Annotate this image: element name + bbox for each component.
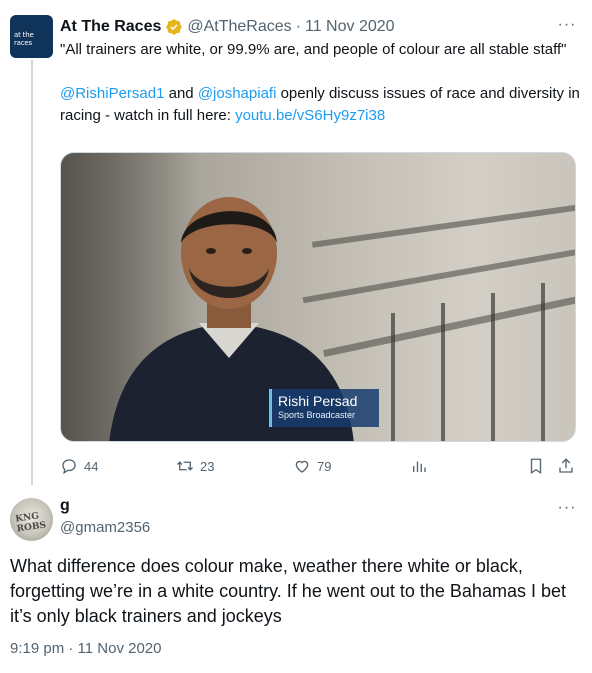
bookmark-button[interactable] xyxy=(527,455,545,477)
reply-author-handle[interactable]: @gmam2356 xyxy=(60,519,150,536)
background-post xyxy=(541,283,545,441)
tweet-body-paragraph: @RishiPersad1 and @joshapiafi openly dis… xyxy=(60,83,580,127)
mention-rishi[interactable]: @RishiPersad1 xyxy=(60,85,164,102)
background-post xyxy=(491,293,495,441)
video-media[interactable]: Rishi Persad Sports Broadcaster xyxy=(60,152,576,442)
background-rail xyxy=(323,296,575,357)
caption-name: Rishi Persad xyxy=(278,393,358,409)
parent-tweet[interactable]: at the races At The Races @AtTheRaces · … xyxy=(0,0,592,490)
tweet-text: "All trainers are white, or 99.9% are, a… xyxy=(60,39,580,127)
retweet-count: 23 xyxy=(200,458,215,474)
author-name[interactable]: At The Races xyxy=(60,18,161,36)
reply-button[interactable]: 44 xyxy=(60,455,98,477)
bookmark-icon xyxy=(530,458,542,475)
tweet-header: At The Races @AtTheRaces · 11 Nov 2020 xyxy=(60,16,395,38)
views-icon xyxy=(413,461,426,472)
background-post xyxy=(391,313,395,441)
reply-icon xyxy=(62,459,76,475)
tweet-date[interactable]: 11 Nov 2020 xyxy=(305,18,395,36)
video-link[interactable]: youtu.be/vS6Hy9z7i38 xyxy=(235,107,385,124)
reply-text: What difference does colour make, weathe… xyxy=(10,556,566,626)
avatar-stamp-text: KNG ROBS xyxy=(14,511,47,535)
more-icon[interactable]: ··· xyxy=(556,16,578,38)
tweet-action-bar: 44 23 79 xyxy=(60,455,580,477)
retweet-icon xyxy=(177,461,193,471)
video-lower-third: Rishi Persad Sports Broadcaster xyxy=(269,389,379,427)
share-button[interactable] xyxy=(557,455,575,477)
author-handle[interactable]: @AtTheRaces xyxy=(187,18,291,36)
views-button[interactable] xyxy=(410,455,428,477)
like-count: 79 xyxy=(317,458,332,474)
reply-count: 44 xyxy=(84,458,99,474)
caption-role: Sports Broadcaster xyxy=(278,410,356,420)
reply-author-name[interactable]: g xyxy=(60,497,70,515)
share-icon xyxy=(559,458,573,473)
reply-timestamp[interactable]: 9:19 pm · 11 Nov 2020 xyxy=(10,640,161,657)
mention-josh[interactable]: @joshapiafi xyxy=(198,85,277,102)
retweet-button[interactable]: 23 xyxy=(176,455,214,477)
verified-badge-icon xyxy=(166,19,183,35)
like-icon xyxy=(295,460,309,473)
and-word: and xyxy=(164,85,198,102)
author-avatar[interactable]: at the races xyxy=(10,15,53,58)
tweet-quote-text: "All trainers are white, or 99.9% are, a… xyxy=(60,41,567,58)
avatar-logo: at the races xyxy=(14,31,34,47)
like-button[interactable]: 79 xyxy=(293,455,331,477)
separator-dot: · xyxy=(295,18,301,35)
reply-more-icon[interactable]: ··· xyxy=(556,499,578,521)
reply-author-avatar[interactable]: KNG ROBS xyxy=(10,498,53,541)
background-post xyxy=(441,303,445,441)
